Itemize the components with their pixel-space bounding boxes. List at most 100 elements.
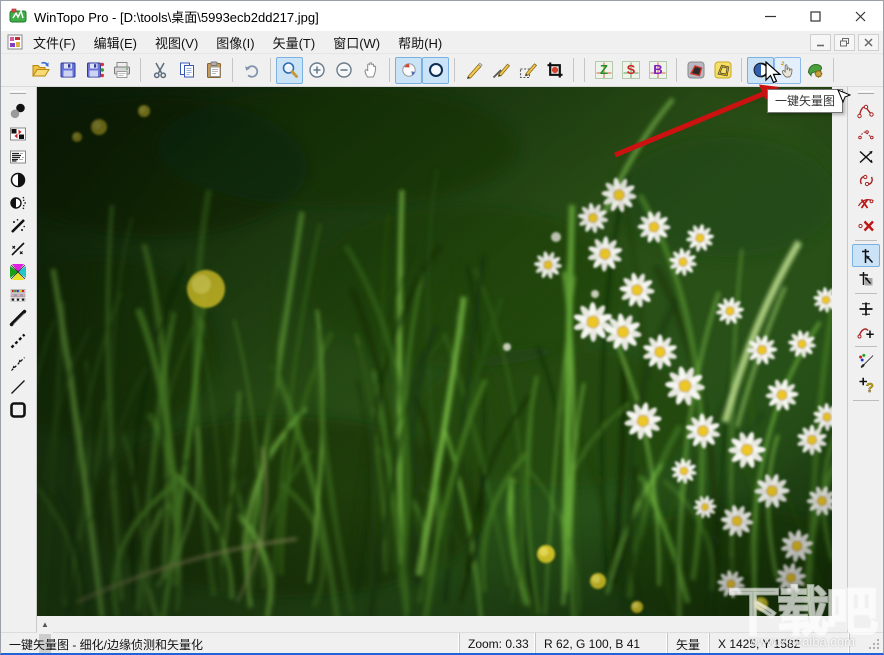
cut-button[interactable] xyxy=(146,57,173,84)
vector-settings-button[interactable] xyxy=(801,57,828,84)
color-separate-icon xyxy=(8,262,28,282)
cut-icon xyxy=(150,60,170,80)
vector-view-button[interactable] xyxy=(422,57,449,84)
document-icon xyxy=(7,34,24,50)
curve-nodes-button[interactable] xyxy=(852,168,880,191)
edge-detect-button[interactable] xyxy=(682,57,709,84)
paste-button[interactable] xyxy=(200,57,227,84)
threshold-button[interactable] xyxy=(4,168,32,191)
arrow-line-button[interactable] xyxy=(4,352,32,375)
rectangle-button[interactable] xyxy=(4,398,32,421)
menu-view[interactable]: 视图(V) xyxy=(146,31,207,54)
one-click-vector-button[interactable] xyxy=(774,57,801,84)
toolbar-separator xyxy=(454,58,455,82)
one-touch-button[interactable] xyxy=(747,57,774,84)
save-button[interactable] xyxy=(54,57,81,84)
thin-z-icon: Z xyxy=(594,60,614,80)
dashed-line-button[interactable] xyxy=(4,329,32,352)
delete-segment-button[interactable] xyxy=(852,191,880,214)
grayscale-button[interactable] xyxy=(4,99,32,122)
thin-line-icon xyxy=(8,377,28,397)
delete-segment-icon xyxy=(856,193,876,213)
status-message: 一键矢量图 - 细化/边缘侦测和矢量化 xyxy=(1,633,459,655)
dotted-polyline-button[interactable] xyxy=(852,122,880,145)
mdi-minimize-button[interactable] xyxy=(810,34,831,51)
pencil-select-button[interactable] xyxy=(514,57,541,84)
pencil-icon xyxy=(464,60,484,80)
close-button[interactable] xyxy=(838,1,883,31)
save-as-button[interactable] xyxy=(81,57,108,84)
svg-text:Z: Z xyxy=(600,62,608,77)
pencil-button[interactable] xyxy=(460,57,487,84)
arrow-line-icon xyxy=(8,354,28,374)
thin-z-button[interactable]: Z xyxy=(590,57,617,84)
toolbar-separator xyxy=(573,58,574,82)
print-icon xyxy=(112,60,132,80)
delete-vector-button[interactable] xyxy=(852,214,880,237)
zoom-out-button[interactable] xyxy=(330,57,357,84)
grayscale-icon xyxy=(8,101,28,121)
despeckle-button[interactable] xyxy=(4,214,32,237)
undo-button[interactable] xyxy=(238,57,265,84)
edge-outline-button[interactable] xyxy=(709,57,736,84)
thin-b-button[interactable]: B xyxy=(644,57,671,84)
palette-button[interactable] xyxy=(4,283,32,306)
status-rgb: R 62, G 100, B 41 xyxy=(535,633,667,655)
bw-reduce-button[interactable] xyxy=(4,122,32,145)
minimize-button[interactable] xyxy=(748,1,793,31)
copy-button[interactable] xyxy=(173,57,200,84)
despeckle-icon xyxy=(8,216,28,236)
palette-grip[interactable] xyxy=(10,91,26,94)
menu-window[interactable]: 窗口(W) xyxy=(324,31,389,54)
delete-vector-icon xyxy=(856,216,876,236)
thick-line-icon xyxy=(8,308,28,328)
open-button[interactable] xyxy=(27,57,54,84)
move-node-button[interactable] xyxy=(852,267,880,290)
canvas-image[interactable] xyxy=(37,87,832,616)
pan-button[interactable] xyxy=(357,57,384,84)
thin-s-button[interactable]: S xyxy=(617,57,644,84)
thin-line-button[interactable] xyxy=(4,375,32,398)
pencil-select-icon xyxy=(518,60,538,80)
select-vector-button[interactable] xyxy=(852,244,880,267)
mdi-minimize-icon xyxy=(816,38,825,47)
halftone-icon xyxy=(8,147,28,167)
title-bar: WinTopo Pro - [D:\tools\桌面\5993ecb2dd217… xyxy=(1,1,883,31)
halftone-button[interactable] xyxy=(4,145,32,168)
color-separate-button[interactable] xyxy=(4,260,32,283)
menu-edit[interactable]: 编辑(E) xyxy=(85,31,146,54)
crop-button[interactable] xyxy=(541,57,568,84)
zoom-in-icon xyxy=(307,60,327,80)
thick-line-button[interactable] xyxy=(4,306,32,329)
mdi-restore-button[interactable] xyxy=(834,34,855,51)
menu-image[interactable]: 图像(I) xyxy=(207,31,263,54)
add-node-button[interactable] xyxy=(852,297,880,320)
pencil-edit-button[interactable] xyxy=(487,57,514,84)
wintopo-window: WinTopo Pro - [D:\tools\桌面\5993ecb2dd217… xyxy=(0,0,884,655)
whats-this-button[interactable]: ? xyxy=(852,373,880,396)
curve-nodes-icon xyxy=(856,170,876,190)
menu-vector[interactable]: 矢量(T) xyxy=(264,31,325,54)
palette-grip[interactable] xyxy=(858,91,874,94)
move-node-icon xyxy=(856,269,876,289)
add-point-button[interactable] xyxy=(852,320,880,343)
polyline-nodes-button[interactable] xyxy=(852,99,880,122)
threshold-icon xyxy=(8,170,28,190)
brightness-button[interactable] xyxy=(4,191,32,214)
pick-color-button[interactable] xyxy=(852,350,880,373)
rectangle-icon xyxy=(8,400,28,420)
menu-file[interactable]: 文件(F) xyxy=(24,31,85,54)
scroll-up-icon[interactable]: ▲ xyxy=(37,616,53,632)
mdi-close-button[interactable] xyxy=(858,34,879,51)
print-button[interactable] xyxy=(108,57,135,84)
menu-help[interactable]: 帮助(H) xyxy=(389,31,451,54)
raster-view-button[interactable] xyxy=(395,57,422,84)
remove-marks-button[interactable] xyxy=(4,237,32,260)
maximize-button[interactable] xyxy=(793,1,838,31)
zoom-tool-button[interactable] xyxy=(276,57,303,84)
thin-b-icon: B xyxy=(648,60,668,80)
resize-grip[interactable] xyxy=(849,633,883,655)
zoom-in-button[interactable] xyxy=(303,57,330,84)
tooltip: 一键矢量图 xyxy=(767,89,843,113)
vector-cut-button[interactable] xyxy=(852,145,880,168)
